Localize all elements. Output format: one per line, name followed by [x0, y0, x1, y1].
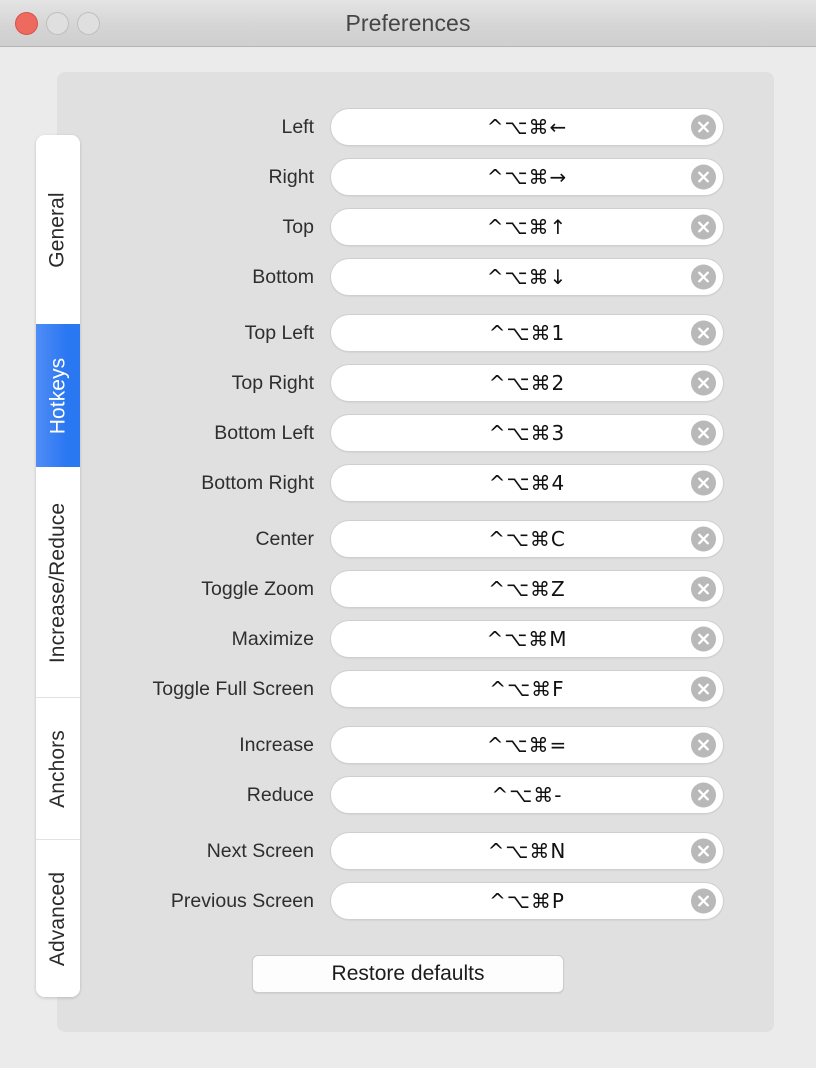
hotkey-label: Maximize [0, 628, 330, 651]
hotkey-row: Top Left ^⌥⌘1 [0, 308, 816, 358]
hotkey-label: Right [0, 166, 330, 189]
hotkey-row: Toggle Full Screen ^⌥⌘F [0, 664, 816, 714]
hotkey-label: Reduce [0, 784, 330, 807]
hotkey-label: Bottom Left [0, 422, 330, 445]
hotkey-value: ^⌥⌘↑ [487, 215, 568, 239]
hotkey-input[interactable]: ^⌥⌘↑ [330, 208, 724, 246]
close-circle-icon[interactable] [691, 733, 716, 758]
hotkey-label: Toggle Full Screen [0, 678, 330, 701]
hotkey-label: Previous Screen [0, 890, 330, 913]
close-circle-icon[interactable] [691, 265, 716, 290]
hotkey-input[interactable]: ^⌥⌘P [330, 882, 724, 920]
hotkey-value: ^⌥⌘1 [489, 321, 566, 345]
window-title: Preferences [0, 0, 816, 47]
close-circle-icon[interactable] [691, 783, 716, 808]
hotkey-row: Left ^⌥⌘← [0, 102, 816, 152]
hotkey-row: Top ^⌥⌘↑ [0, 202, 816, 252]
close-circle-icon[interactable] [691, 627, 716, 652]
hotkey-value: ^⌥⌘N [488, 839, 567, 863]
close-circle-icon[interactable] [691, 115, 716, 140]
hotkey-input[interactable]: ^⌥⌘M [330, 620, 724, 658]
hotkey-input[interactable]: ^⌥⌘= [330, 726, 724, 764]
hotkey-input[interactable]: ^⌥⌘- [330, 776, 724, 814]
hotkey-label: Next Screen [0, 840, 330, 863]
hotkey-label: Left [0, 116, 330, 139]
hotkey-value: ^⌥⌘- [491, 783, 562, 807]
hotkey-row: Reduce ^⌥⌘- [0, 770, 816, 820]
hotkey-label: Top Left [0, 322, 330, 345]
hotkey-input[interactable]: ^⌥⌘C [330, 520, 724, 558]
hotkey-value: ^⌥⌘3 [489, 421, 566, 445]
hotkey-label: Top Right [0, 372, 330, 395]
hotkey-input[interactable]: ^⌥⌘← [330, 108, 724, 146]
close-circle-icon[interactable] [691, 471, 716, 496]
footer: Restore defaults [0, 955, 816, 993]
close-circle-icon[interactable] [691, 577, 716, 602]
window-body: GeneralHotkeysIncrease/ReduceAnchorsAdva… [0, 47, 816, 1068]
hotkey-row: Right ^⌥⌘→ [0, 152, 816, 202]
hotkey-value: ^⌥⌘= [487, 733, 568, 757]
title-bar: Preferences [0, 0, 816, 47]
hotkey-value: ^⌥⌘M [486, 627, 567, 651]
close-circle-icon[interactable] [691, 165, 716, 190]
hotkey-value: ^⌥⌘→ [487, 165, 568, 189]
hotkey-value: ^⌥⌘2 [489, 371, 566, 395]
close-circle-icon[interactable] [691, 371, 716, 396]
hotkeys-list: Left ^⌥⌘← Right ^⌥⌘→ Top ^⌥⌘↑ Bottom ^⌥⌘↓ Top Le… [0, 102, 816, 926]
hotkey-row: Bottom Right ^⌥⌘4 [0, 458, 816, 508]
hotkey-input[interactable]: ^⌥⌘↓ [330, 258, 724, 296]
hotkey-label: Top [0, 216, 330, 239]
close-circle-icon[interactable] [691, 215, 716, 240]
hotkey-value: ^⌥⌘← [487, 115, 568, 139]
hotkey-label: Increase [0, 734, 330, 757]
hotkey-row: Top Right ^⌥⌘2 [0, 358, 816, 408]
hotkey-input[interactable]: ^⌥⌘3 [330, 414, 724, 452]
hotkey-row: Bottom ^⌥⌘↓ [0, 252, 816, 302]
restore-defaults-button[interactable]: Restore defaults [252, 955, 564, 993]
hotkey-row: Previous Screen ^⌥⌘P [0, 876, 816, 926]
hotkey-row: Bottom Left ^⌥⌘3 [0, 408, 816, 458]
hotkey-input[interactable]: ^⌥⌘1 [330, 314, 724, 352]
hotkey-label: Toggle Zoom [0, 578, 330, 601]
close-circle-icon[interactable] [691, 889, 716, 914]
hotkey-input[interactable]: ^⌥⌘Z [330, 570, 724, 608]
hotkey-value: ^⌥⌘↓ [487, 265, 568, 289]
hotkey-row: Increase ^⌥⌘= [0, 720, 816, 770]
hotkey-value: ^⌥⌘C [488, 527, 566, 551]
hotkey-input[interactable]: ^⌥⌘→ [330, 158, 724, 196]
close-circle-icon[interactable] [691, 677, 716, 702]
hotkey-value: ^⌥⌘Z [488, 577, 566, 601]
hotkey-input[interactable]: ^⌥⌘F [330, 670, 724, 708]
hotkey-input[interactable]: ^⌥⌘2 [330, 364, 724, 402]
hotkey-row: Toggle Zoom ^⌥⌘Z [0, 564, 816, 614]
preferences-window: Preferences GeneralHotkeysIncrease/Reduc… [0, 0, 816, 1068]
hotkey-row: Center ^⌥⌘C [0, 514, 816, 564]
hotkey-input[interactable]: ^⌥⌘N [330, 832, 724, 870]
hotkey-row: Maximize ^⌥⌘M [0, 614, 816, 664]
close-circle-icon[interactable] [691, 839, 716, 864]
hotkey-row: Next Screen ^⌥⌘N [0, 826, 816, 876]
close-circle-icon[interactable] [691, 421, 716, 446]
close-circle-icon[interactable] [691, 527, 716, 552]
hotkey-label: Bottom [0, 266, 330, 289]
close-circle-icon[interactable] [691, 321, 716, 346]
hotkey-value: ^⌥⌘P [489, 889, 565, 913]
hotkey-value: ^⌥⌘F [489, 677, 564, 701]
hotkey-value: ^⌥⌘4 [489, 471, 566, 495]
hotkey-label: Bottom Right [0, 472, 330, 495]
hotkey-input[interactable]: ^⌥⌘4 [330, 464, 724, 502]
hotkey-label: Center [0, 528, 330, 551]
